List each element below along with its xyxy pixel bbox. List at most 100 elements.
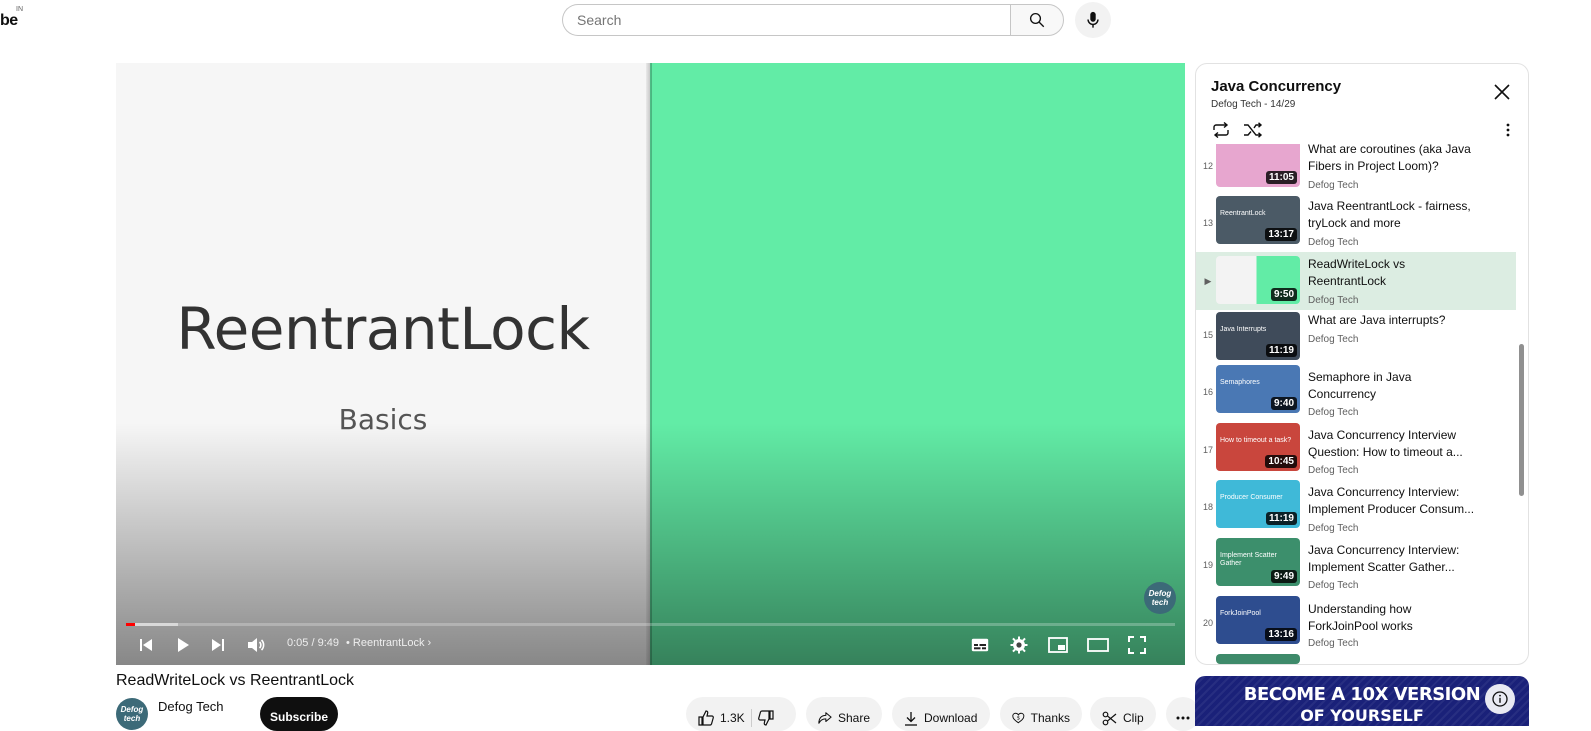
dislike-button[interactable] bbox=[757, 710, 774, 726]
playlist-item-title: Java Concurrency Interview Question: How… bbox=[1308, 428, 1463, 459]
fullscreen-icon bbox=[1128, 636, 1146, 654]
playlist-item-index: 15 bbox=[1202, 330, 1213, 340]
chapter-title[interactable]: • ReentrantLock › bbox=[346, 637, 431, 649]
playlist-item[interactable]: 15 Java Interrupts 11:19 What are Java in… bbox=[1196, 312, 1516, 368]
svg-text:$: $ bbox=[1017, 716, 1021, 722]
playlist-thumbnail: ReentrantLock 13:17 bbox=[1216, 196, 1300, 244]
playlist-thumbnail: Producer Consumer 11:19 bbox=[1216, 480, 1300, 528]
search-button[interactable] bbox=[1010, 4, 1064, 36]
playlist-item-title: Understanding how ForkJoinPool works bbox=[1308, 602, 1413, 633]
playlist-item[interactable]: 13 ReentrantLock 13:17 Java ReentrantLock… bbox=[1196, 196, 1516, 252]
playlist-item[interactable]: 20 ForkJoinPool 13:16 Understanding how F… bbox=[1196, 596, 1516, 652]
clip-label: Clip bbox=[1123, 711, 1144, 725]
info-icon bbox=[1492, 691, 1508, 707]
playlist-item-index: 18 bbox=[1202, 502, 1213, 512]
thanks-label: Thanks bbox=[1030, 711, 1070, 725]
playlist-item-index: 20 bbox=[1202, 618, 1213, 628]
playlist-subtitle: Defog Tech - 14/29 bbox=[1211, 99, 1296, 110]
playlist-item-current[interactable]: ▶ 9:50 ReadWriteLock vs ReentrantLock De… bbox=[1196, 252, 1516, 310]
close-icon bbox=[1494, 84, 1510, 100]
thumbnail-text: Semaphores bbox=[1220, 379, 1260, 386]
youtube-logo[interactable]: be bbox=[0, 12, 18, 30]
playlist-thumbnail: ForkJoinPool 13:16 bbox=[1216, 596, 1300, 644]
scissors-icon bbox=[1102, 711, 1117, 725]
channel-name[interactable]: Defog Tech bbox=[158, 699, 224, 714]
ad-banner[interactable]: BECOME A 10X VERSION OF YOURSELF bbox=[1195, 676, 1529, 726]
miniplayer-icon bbox=[1048, 637, 1068, 653]
playlist-item[interactable]: 16 Semaphores 9:40 Semaphore in Java Conc… bbox=[1196, 365, 1516, 421]
playlist-item-partial[interactable] bbox=[1196, 654, 1516, 664]
video-player[interactable]: ReentrantLock Basics Defog tech 0:05 / 9… bbox=[116, 63, 1185, 665]
duration-badge: 11:05 bbox=[1265, 171, 1297, 184]
thumbs-up-icon bbox=[698, 710, 714, 726]
playlist-thumbnail: How to timeout a task? 10:45 bbox=[1216, 423, 1300, 471]
fullscreen-button[interactable] bbox=[1125, 633, 1149, 657]
next-button[interactable] bbox=[206, 633, 230, 657]
subtitles-button[interactable] bbox=[968, 633, 992, 657]
playlist-item-title: What are Java interrupts? bbox=[1308, 313, 1446, 327]
voice-search-button[interactable] bbox=[1075, 2, 1111, 38]
loop-icon bbox=[1213, 122, 1229, 138]
playlist-scrollbar[interactable] bbox=[1519, 344, 1524, 496]
video-title: ReadWriteLock vs ReentrantLock bbox=[116, 672, 355, 689]
playlist-item-title: What are coroutines (aka Java Fibers in … bbox=[1308, 144, 1471, 173]
logo-country-code: IN bbox=[16, 6, 23, 13]
share-icon bbox=[818, 712, 832, 724]
thumbnail-text: Producer Consumer bbox=[1220, 494, 1283, 501]
playlist-panel: Java Concurrency Defog Tech - 14/29 12 1… bbox=[1195, 63, 1529, 665]
playlist-item-title: Java Concurrency Interview: Implement Pr… bbox=[1308, 485, 1475, 516]
playlist-item-index: 17 bbox=[1202, 445, 1213, 455]
ad-info-button[interactable] bbox=[1485, 684, 1515, 714]
previous-button[interactable] bbox=[134, 633, 158, 657]
close-playlist-button[interactable] bbox=[1491, 81, 1513, 103]
thumbnail-text: How to timeout a task? bbox=[1220, 437, 1292, 444]
like-divider bbox=[750, 709, 752, 727]
playlist-thumbnail: Java Interrupts 11:19 bbox=[1216, 312, 1300, 360]
volume-icon bbox=[248, 638, 265, 652]
thanks-icon: $ bbox=[1012, 712, 1025, 724]
microphone-icon bbox=[1087, 11, 1099, 28]
search-icon bbox=[1029, 12, 1045, 28]
shuffle-playlist-button[interactable] bbox=[1242, 119, 1264, 141]
playlist-item[interactable]: 17 How to timeout a task? 10:45 Java Conc… bbox=[1196, 423, 1516, 479]
thumbnail-text: Java Interrupts bbox=[1220, 326, 1267, 333]
playlist-item-channel: Defog Tech bbox=[1308, 407, 1359, 418]
playlist-item-channel: Defog Tech bbox=[1308, 580, 1359, 591]
playlist-item-title: Semaphore in Java Concurrency bbox=[1308, 370, 1412, 401]
playlist-item[interactable]: 12 11:05 What are coroutines (aka Java F… bbox=[1196, 144, 1516, 195]
progress-bar[interactable] bbox=[126, 623, 1175, 626]
chevron-right-icon: › bbox=[427, 637, 432, 649]
playlist-title[interactable]: Java Concurrency bbox=[1211, 78, 1341, 95]
download-icon bbox=[905, 711, 917, 726]
gear-icon bbox=[1010, 636, 1028, 654]
theater-mode-button[interactable] bbox=[1086, 633, 1110, 657]
channel-watermark[interactable]: Defog tech bbox=[1144, 582, 1176, 614]
volume-button[interactable] bbox=[244, 633, 268, 657]
playlist-item-title: ReadWriteLock vs ReentrantLock bbox=[1308, 257, 1406, 288]
controls-gradient bbox=[116, 423, 1185, 665]
like-button[interactable]: 1.3K bbox=[698, 710, 745, 726]
playlist-item-title: Java Concurrency Interview: Implement Sc… bbox=[1308, 543, 1460, 574]
playlist-item-channel: Defog Tech bbox=[1308, 334, 1359, 345]
slide-title: ReentrantLock bbox=[176, 295, 590, 363]
playlist-item-channel: Defog Tech bbox=[1308, 523, 1359, 534]
duration-badge: 9:40 bbox=[1270, 397, 1297, 410]
progress-played bbox=[126, 623, 135, 626]
loop-playlist-button[interactable] bbox=[1210, 119, 1232, 141]
playlist-thumbnail bbox=[1216, 654, 1300, 664]
duration-badge: 13:16 bbox=[1265, 628, 1297, 641]
playlist-thumbnail: Implement Scatter Gather 9:49 bbox=[1216, 538, 1300, 586]
avatar[interactable]: Defog tech bbox=[116, 698, 148, 730]
thumbs-down-icon bbox=[757, 710, 774, 726]
playlist-item[interactable]: 19 Implement Scatter Gather 9:49 Java Con… bbox=[1196, 538, 1516, 594]
duration-badge: 10:45 bbox=[1265, 455, 1297, 468]
settings-button[interactable] bbox=[1007, 633, 1031, 657]
play-button[interactable] bbox=[171, 633, 195, 657]
playlist-thumbnail: 11:05 bbox=[1216, 144, 1300, 187]
search-input[interactable] bbox=[562, 4, 1010, 36]
time-display: 0:05 / 9:49 bbox=[287, 637, 339, 649]
ad-headline: BECOME A 10X VERSION bbox=[1243, 684, 1481, 705]
miniplayer-button[interactable] bbox=[1046, 633, 1070, 657]
playlist-item[interactable]: 18 Producer Consumer 11:19 Java Concurren… bbox=[1196, 480, 1516, 536]
playlist-menu-button[interactable] bbox=[1500, 119, 1516, 141]
